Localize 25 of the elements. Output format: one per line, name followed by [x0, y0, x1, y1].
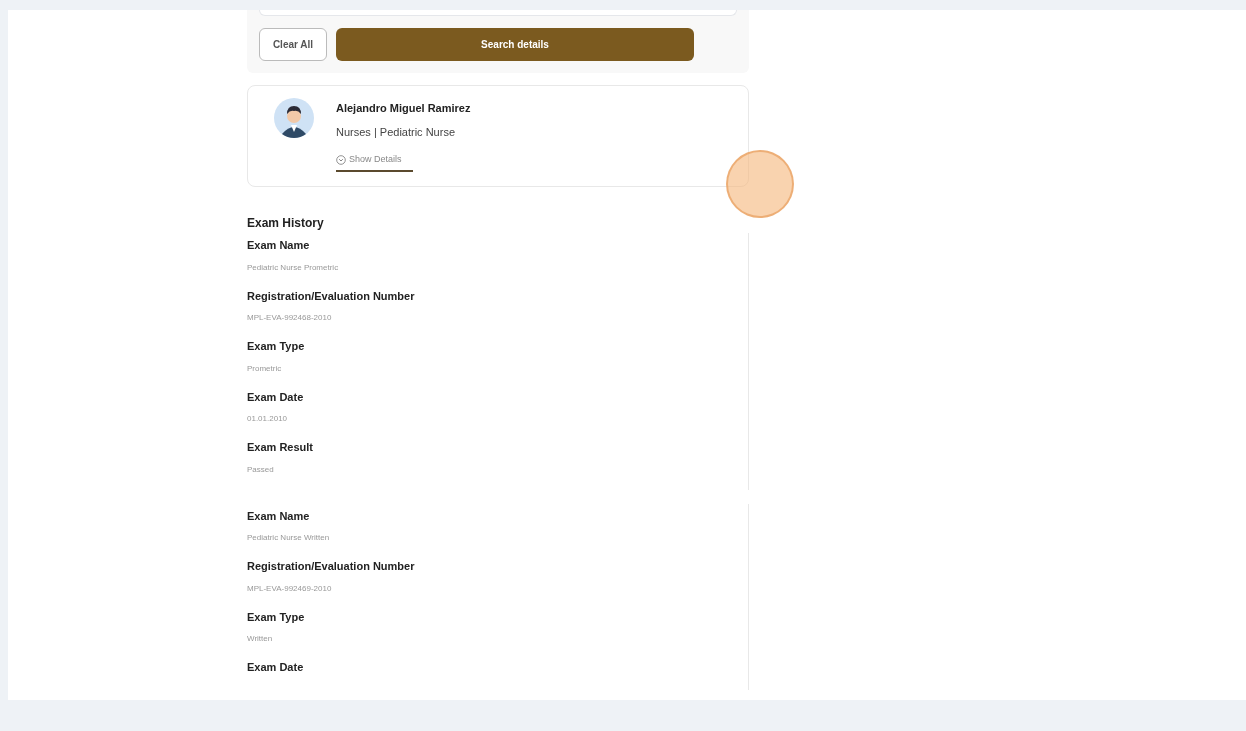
field-label: Exam Result: [247, 440, 314, 455]
field-value: Prometric: [247, 362, 282, 375]
field-label: Exam Type: [247, 609, 305, 625]
field-value: Passed: [247, 463, 274, 476]
field-label: Exam Name: [247, 508, 310, 524]
show-details-link[interactable]: Show Details: [336, 153, 413, 172]
field-label: Registration/Evaluation Number: [247, 288, 415, 304]
field-value: 01.01.2010: [247, 413, 288, 425]
field-value: Pediatric Nurse Prometric: [247, 261, 339, 274]
field-value: Pediatric Nurse Written: [247, 532, 330, 544]
field-label: Exam Name: [247, 238, 310, 253]
avatar-icon: [274, 98, 314, 138]
field-label: Exam Type: [247, 339, 305, 354]
field-value: Written: [247, 633, 273, 645]
field-label: Registration/Evaluation Number: [247, 559, 415, 574]
person-name: Alejandro Miguel Ramirez: [336, 101, 471, 116]
field-value: MPL-EVA-992468-2010: [247, 312, 332, 324]
search-button[interactable]: Search details: [336, 28, 694, 61]
person-role: Nurses | Pediatric Nurse: [336, 124, 456, 140]
clear-all-button[interactable]: Clear All: [259, 28, 327, 61]
field-label: Exam Date: [247, 389, 304, 405]
field-value: MPL-EVA-992469-2010: [247, 582, 332, 595]
chevron-down-icon: [336, 154, 346, 165]
section-title: Exam History: [247, 215, 325, 232]
field-label: Exam Date: [247, 660, 304, 675]
